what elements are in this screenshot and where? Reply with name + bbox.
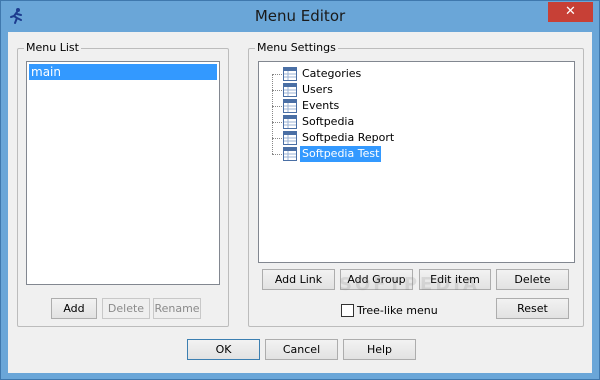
tree-node-label: Categories xyxy=(302,67,362,80)
ok-button[interactable]: OK xyxy=(187,339,260,360)
table-icon xyxy=(283,147,297,161)
menu-list-box[interactable]: main xyxy=(26,61,220,285)
tree-node-label: Users xyxy=(302,83,333,96)
tree-connector xyxy=(272,154,282,155)
add-link-button[interactable]: Add Link xyxy=(262,269,335,290)
menu-settings-tree[interactable]: Categories Users Events Softpedia Softpedia … xyxy=(258,61,575,263)
close-icon: ✕ xyxy=(565,4,576,19)
add-menu-button[interactable]: Add xyxy=(51,298,97,319)
tree-like-menu-checkbox[interactable] xyxy=(341,304,354,317)
menu-settings-group: Menu Settings Categories Users Events Softp… xyxy=(248,41,584,327)
delete-menu-button[interactable]: Delete xyxy=(102,298,150,319)
window-title: Menu Editor xyxy=(254,7,346,25)
help-button[interactable]: Help xyxy=(343,339,416,360)
reset-button[interactable]: Reset xyxy=(496,298,569,319)
softpedia-watermark: SOFTPEDIA xyxy=(339,274,480,295)
tree-connector xyxy=(272,90,282,91)
close-button[interactable]: ✕ xyxy=(548,2,593,22)
tree-connector xyxy=(272,74,273,154)
cancel-button[interactable]: Cancel xyxy=(265,339,338,360)
table-icon xyxy=(283,67,297,81)
table-icon xyxy=(283,115,297,129)
tree-node-label: Events xyxy=(302,99,340,112)
tree-connector xyxy=(272,74,282,75)
tree-like-menu-label: Tree-like menu xyxy=(357,304,438,317)
menu-settings-label: Menu Settings xyxy=(255,41,338,55)
title-bar[interactable]: Menu Editor ✕ xyxy=(1,1,599,32)
list-item-main[interactable]: main xyxy=(29,64,217,80)
tree-connector xyxy=(272,138,282,139)
tree-connector xyxy=(272,122,282,123)
dialog-body: Menu List main Add Delete Rename Menu Se… xyxy=(8,32,592,373)
table-icon xyxy=(283,99,297,113)
menu-list-label: Menu List xyxy=(24,41,81,55)
tree-node-label: Softpedia Test xyxy=(300,146,382,162)
delete-item-button[interactable]: Delete xyxy=(496,269,569,290)
table-icon xyxy=(283,131,297,145)
table-icon xyxy=(283,83,297,97)
rename-menu-button[interactable]: Rename xyxy=(153,298,201,319)
tree-connector xyxy=(272,106,282,107)
menu-editor-window: Menu Editor ✕ Menu List main Add Delete … xyxy=(0,0,600,380)
tree-node-label: Softpedia xyxy=(302,115,355,128)
menu-list-group: Menu List main Add Delete Rename xyxy=(17,41,229,327)
tree-node-label: Softpedia Report xyxy=(302,131,395,144)
